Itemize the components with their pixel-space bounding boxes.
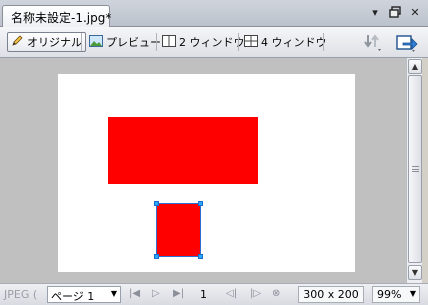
two-pane-icon: [162, 34, 176, 50]
document-tab[interactable]: 名称未設定-1.jpg*: [2, 5, 112, 27]
grip-icon: [412, 166, 419, 172]
vertical-scrollbar[interactable]: ▲ ▼: [406, 58, 422, 283]
scroll-down-button[interactable]: ▼: [408, 265, 422, 280]
red-rectangle-selected[interactable]: [154, 201, 203, 259]
tab-original[interactable]: オリジナル: [7, 32, 86, 52]
tab-preview-label: プレビュー: [106, 36, 161, 49]
page-select-value: ページ 1: [51, 290, 95, 303]
scroll-thumb[interactable]: [408, 75, 422, 263]
chevron-down-icon: ▼: [110, 289, 117, 298]
selection-handle[interactable]: [154, 254, 159, 259]
view-mode-toolbar: オリジナル プレビュー 2 ウィンドウ 4 ウィンドウ: [0, 27, 428, 58]
selection-handle[interactable]: [198, 201, 203, 206]
image-dimensions: 300 x 200: [298, 286, 364, 303]
pencil-icon: [11, 34, 24, 50]
four-pane-icon: [244, 34, 258, 50]
toolbar-divider: [81, 33, 82, 51]
stop-icon[interactable]: ⊗: [272, 288, 280, 299]
prev-frame-icon[interactable]: ◁|: [226, 288, 237, 299]
chevron-down-icon: ▼: [409, 289, 416, 298]
tab-four-window-label: 4 ウィンドウ: [261, 36, 327, 49]
window-controls: ▾ ✕: [368, 6, 422, 20]
document-tab-bar: 名称未設定-1.jpg* ▾ ✕: [0, 0, 428, 27]
close-icon[interactable]: ✕: [408, 6, 422, 20]
selection-handle[interactable]: [154, 201, 159, 206]
document-window: 名称未設定-1.jpg* ▾ ✕ オリジナル プレビュー 2 ウィンドウ 4 ウ…: [0, 0, 428, 305]
tab-two-window-label: 2 ウィンドウ: [179, 36, 245, 49]
restore-icon[interactable]: [388, 6, 402, 20]
frame-number: 1: [200, 288, 207, 301]
export-icon[interactable]: [395, 31, 418, 53]
play-icon[interactable]: ▷: [152, 288, 160, 299]
tab-four-window[interactable]: 4 ウィンドウ: [241, 32, 330, 52]
image-icon: [89, 34, 103, 50]
document-tab-title: 名称未設定-1.jpg*: [11, 11, 112, 25]
quick-export-icon[interactable]: [362, 31, 384, 53]
toolbar-divider: [323, 33, 324, 51]
chevron-down-icon[interactable]: ▾: [368, 6, 382, 20]
selection-handle[interactable]: [198, 254, 203, 259]
image-dimensions-value: 300 x 200: [303, 288, 359, 301]
format-label: JPEG (: [4, 288, 38, 301]
status-bar: JPEG ( ページ 1 ▼ |◀ ▷ ▶| 1 ◁| |▷ ⊗ 300 x 2…: [0, 283, 428, 305]
next-frame-icon[interactable]: |▷: [250, 288, 261, 299]
document-canvas[interactable]: [58, 74, 355, 272]
canvas-area[interactable]: [0, 58, 406, 283]
red-rectangle-large[interactable]: [108, 117, 258, 184]
tab-preview[interactable]: プレビュー: [86, 32, 164, 52]
last-frame-icon[interactable]: ▶|: [173, 288, 184, 299]
zoom-select[interactable]: 99% ▼: [372, 286, 420, 303]
toolbar-divider: [156, 33, 157, 51]
page-select[interactable]: ページ 1 ▼: [47, 286, 121, 303]
tab-original-label: オリジナル: [27, 36, 82, 49]
first-frame-icon[interactable]: |◀: [129, 288, 140, 299]
toolbar-divider: [238, 33, 239, 51]
tab-two-window[interactable]: 2 ウィンドウ: [159, 32, 248, 52]
window-edge: [422, 58, 428, 305]
zoom-value: 99%: [377, 288, 402, 301]
scroll-up-button[interactable]: ▲: [408, 59, 422, 74]
